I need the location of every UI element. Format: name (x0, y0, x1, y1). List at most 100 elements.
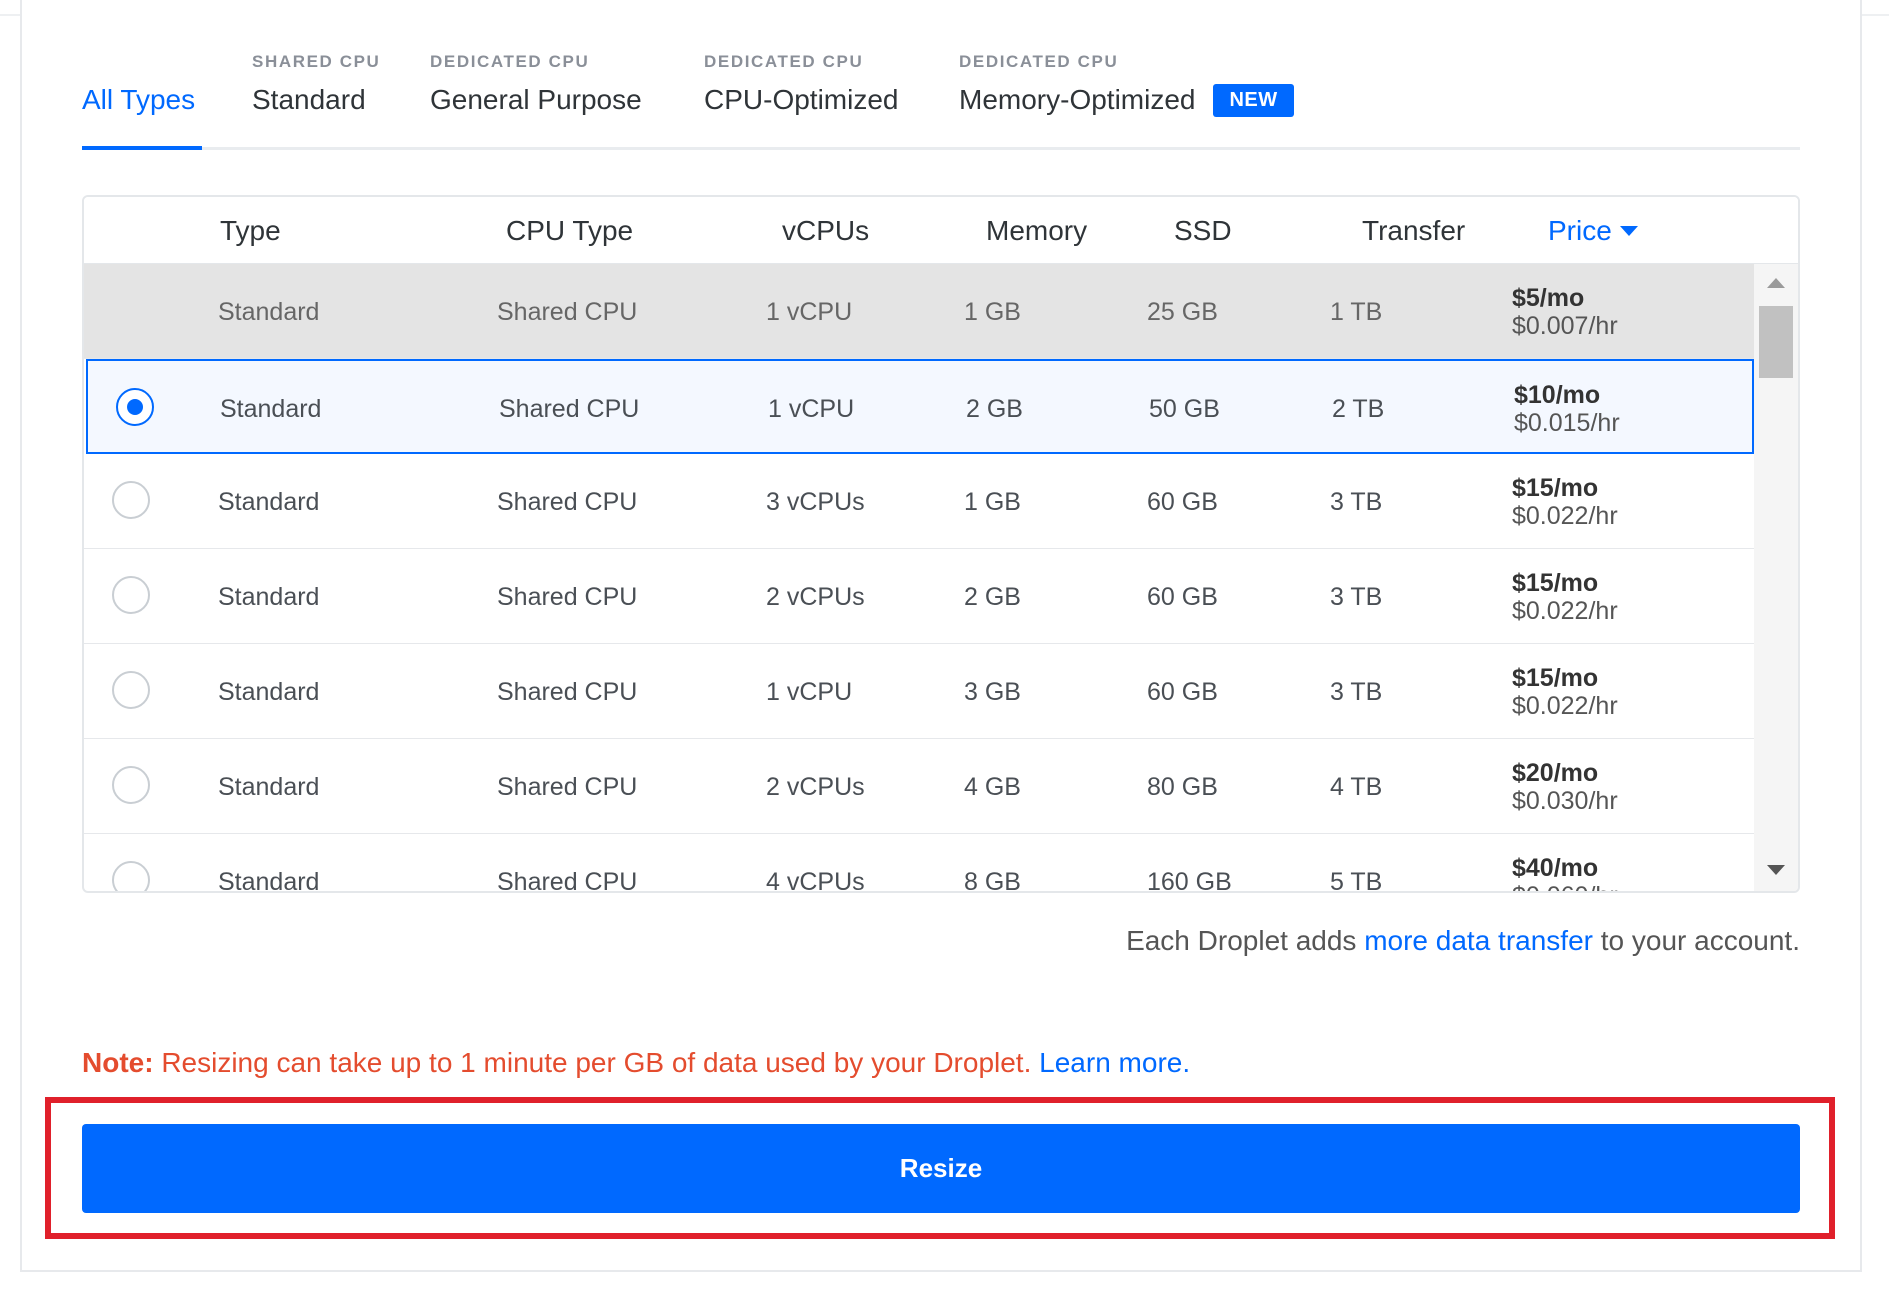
cell-transfer: 3 TB (1330, 488, 1383, 516)
note-text: Resizing can take up to 1 minute per GB … (153, 1047, 1040, 1078)
table-header: Type CPU Type vCPUs Memory SSD Transfer … (84, 197, 1798, 265)
caret-down-icon (1619, 226, 1638, 236)
cell-ssd: 60 GB (1147, 678, 1218, 706)
tab-eyebrow: DEDICATED CPU (430, 52, 590, 71)
cell-ssd: 60 GB (1147, 583, 1218, 611)
column-header-cpu-type: CPU Type (506, 215, 634, 246)
column-header-transfer: Transfer (1362, 215, 1466, 246)
price-hourly: $0.022/hr (1512, 692, 1618, 720)
cell-price: $10/mo $0.015/hr (1514, 381, 1620, 437)
cell-memory: 3 GB (964, 678, 1021, 706)
radio-button[interactable] (112, 671, 150, 709)
cell-price: $15/mo $0.022/hr (1512, 664, 1618, 720)
table-body[interactable]: Standard Shared CPU 1 vCPU 1 GB 25 GB 1 … (84, 264, 1754, 893)
table-row: Standard Shared CPU 1 vCPU 1 GB 25 GB 1 … (84, 264, 1754, 359)
new-badge: NEW (1213, 84, 1294, 117)
radio-button[interactable] (112, 861, 150, 891)
tab-eyebrow: SHARED CPU (252, 52, 381, 71)
tab-general-purpose[interactable]: DEDICATED CPU General Purpose (430, 40, 655, 150)
radio-button[interactable] (112, 766, 150, 804)
scroll-down-arrow-icon[interactable] (1767, 865, 1785, 875)
price-hourly: $0.030/hr (1512, 787, 1618, 815)
cell-cpu-type: Shared CPU (497, 773, 638, 801)
cell-memory: 4 GB (964, 773, 1021, 801)
table-row[interactable]: Standard Shared CPU 4 vCPUs 8 GB 160 GB … (84, 834, 1754, 893)
price-header-label: Price (1548, 215, 1612, 246)
price-hourly: $0.060/hr (1512, 882, 1618, 891)
scrollbar-thumb[interactable] (1759, 306, 1793, 378)
resize-button[interactable]: Resize (82, 1124, 1800, 1213)
cell-transfer: 5 TB (1330, 868, 1383, 893)
cell-ssd: 50 GB (1149, 395, 1220, 423)
cell-cpu-type: Shared CPU (497, 868, 638, 893)
transfer-note-prefix: Each Droplet adds (1126, 925, 1365, 956)
cell-vcpus: 4 vCPUs (766, 868, 865, 893)
price-monthly: $15/mo (1512, 569, 1599, 597)
cell-vcpus: 1 vCPU (768, 395, 855, 423)
price-monthly: $15/mo (1512, 474, 1599, 502)
price-hourly: $0.022/hr (1512, 597, 1618, 625)
column-header-price[interactable]: Price (1548, 215, 1638, 247)
price-monthly: $40/mo (1512, 854, 1599, 882)
price-hourly: $0.022/hr (1512, 502, 1618, 530)
tab-eyebrow: DEDICATED CPU (704, 52, 864, 71)
table-scrollbar[interactable] (1754, 264, 1798, 891)
table-row-selected[interactable]: Standard Shared CPU 1 vCPU 2 GB 50 GB 2 … (86, 359, 1754, 454)
table-row[interactable]: Standard Shared CPU 1 vCPU 3 GB 60 GB 3 … (84, 644, 1754, 739)
tab-label: All Types (82, 84, 196, 115)
cell-transfer: 2 TB (1332, 395, 1385, 423)
cell-cpu-type: Shared CPU (497, 488, 638, 516)
cell-vcpus: 2 vCPUs (766, 773, 865, 801)
cell-cpu-type: Shared CPU (499, 395, 640, 423)
table-row[interactable]: Standard Shared CPU 3 vCPUs 1 GB 60 GB 3… (84, 454, 1754, 549)
tab-all-types[interactable]: All Types (82, 40, 202, 150)
cell-type: Standard (218, 488, 320, 516)
tab-memory-optimized[interactable]: DEDICATED CPU Memory-Optimized NEW (959, 40, 1339, 150)
more-data-transfer-link[interactable]: more data transfer (1364, 925, 1593, 956)
cell-type: Standard (218, 773, 320, 801)
cell-vcpus: 3 vCPUs (766, 488, 865, 516)
cell-transfer: 3 TB (1330, 583, 1383, 611)
price-monthly: $15/mo (1512, 664, 1599, 692)
tab-cpu-optimized[interactable]: DEDICATED CPU CPU-Optimized (704, 40, 914, 150)
tab-label: Standard (252, 84, 366, 115)
cell-type: Standard (218, 678, 320, 706)
price-monthly: $5/mo (1512, 284, 1585, 312)
cell-price: $15/mo $0.022/hr (1512, 569, 1618, 625)
cell-price: $5/mo $0.007/hr (1512, 284, 1618, 340)
cell-memory: 2 GB (966, 395, 1023, 423)
column-header-ssd: SSD (1174, 215, 1232, 246)
cell-memory: 1 GB (964, 488, 1021, 516)
learn-more-link[interactable]: Learn more. (1039, 1047, 1190, 1078)
tab-label: CPU-Optimized (704, 84, 899, 115)
tab-standard[interactable]: SHARED CPU Standard (252, 40, 382, 150)
cell-vcpus: 2 vCPUs (766, 583, 865, 611)
active-tab-indicator (82, 146, 202, 150)
table-row[interactable]: Standard Shared CPU 2 vCPUs 4 GB 80 GB 4… (84, 739, 1754, 834)
tab-eyebrow: DEDICATED CPU (959, 52, 1119, 71)
cell-cpu-type: Shared CPU (497, 298, 638, 326)
table-row[interactable]: Standard Shared CPU 2 vCPUs 2 GB 60 GB 3… (84, 549, 1754, 644)
scroll-up-arrow-icon[interactable] (1767, 278, 1785, 288)
cell-vcpus: 1 vCPU (766, 678, 853, 706)
cell-transfer: 3 TB (1330, 678, 1383, 706)
price-monthly: $10/mo (1514, 381, 1601, 409)
column-header-vcpus: vCPUs (782, 215, 870, 246)
cell-type: Standard (218, 298, 320, 326)
resize-note: Note: Resizing can take up to 1 minute p… (82, 1047, 1190, 1079)
cell-ssd: 60 GB (1147, 488, 1218, 516)
radio-button[interactable] (112, 576, 150, 614)
note-label: Note: (82, 1047, 154, 1078)
cell-memory: 1 GB (964, 298, 1021, 326)
transfer-note: Each Droplet adds more data transfer to … (1126, 925, 1800, 957)
cell-transfer: 1 TB (1330, 298, 1383, 326)
cell-memory: 2 GB (964, 583, 1021, 611)
transfer-note-suffix: to your account. (1592, 925, 1800, 956)
cell-type: Standard (218, 583, 320, 611)
radio-button-checked[interactable] (116, 388, 154, 426)
price-hourly: $0.007/hr (1512, 312, 1618, 340)
tab-label: General Purpose (430, 84, 642, 115)
cell-vcpus: 1 vCPU (766, 298, 853, 326)
column-header-memory: Memory (986, 215, 1088, 246)
radio-button[interactable] (112, 481, 150, 519)
